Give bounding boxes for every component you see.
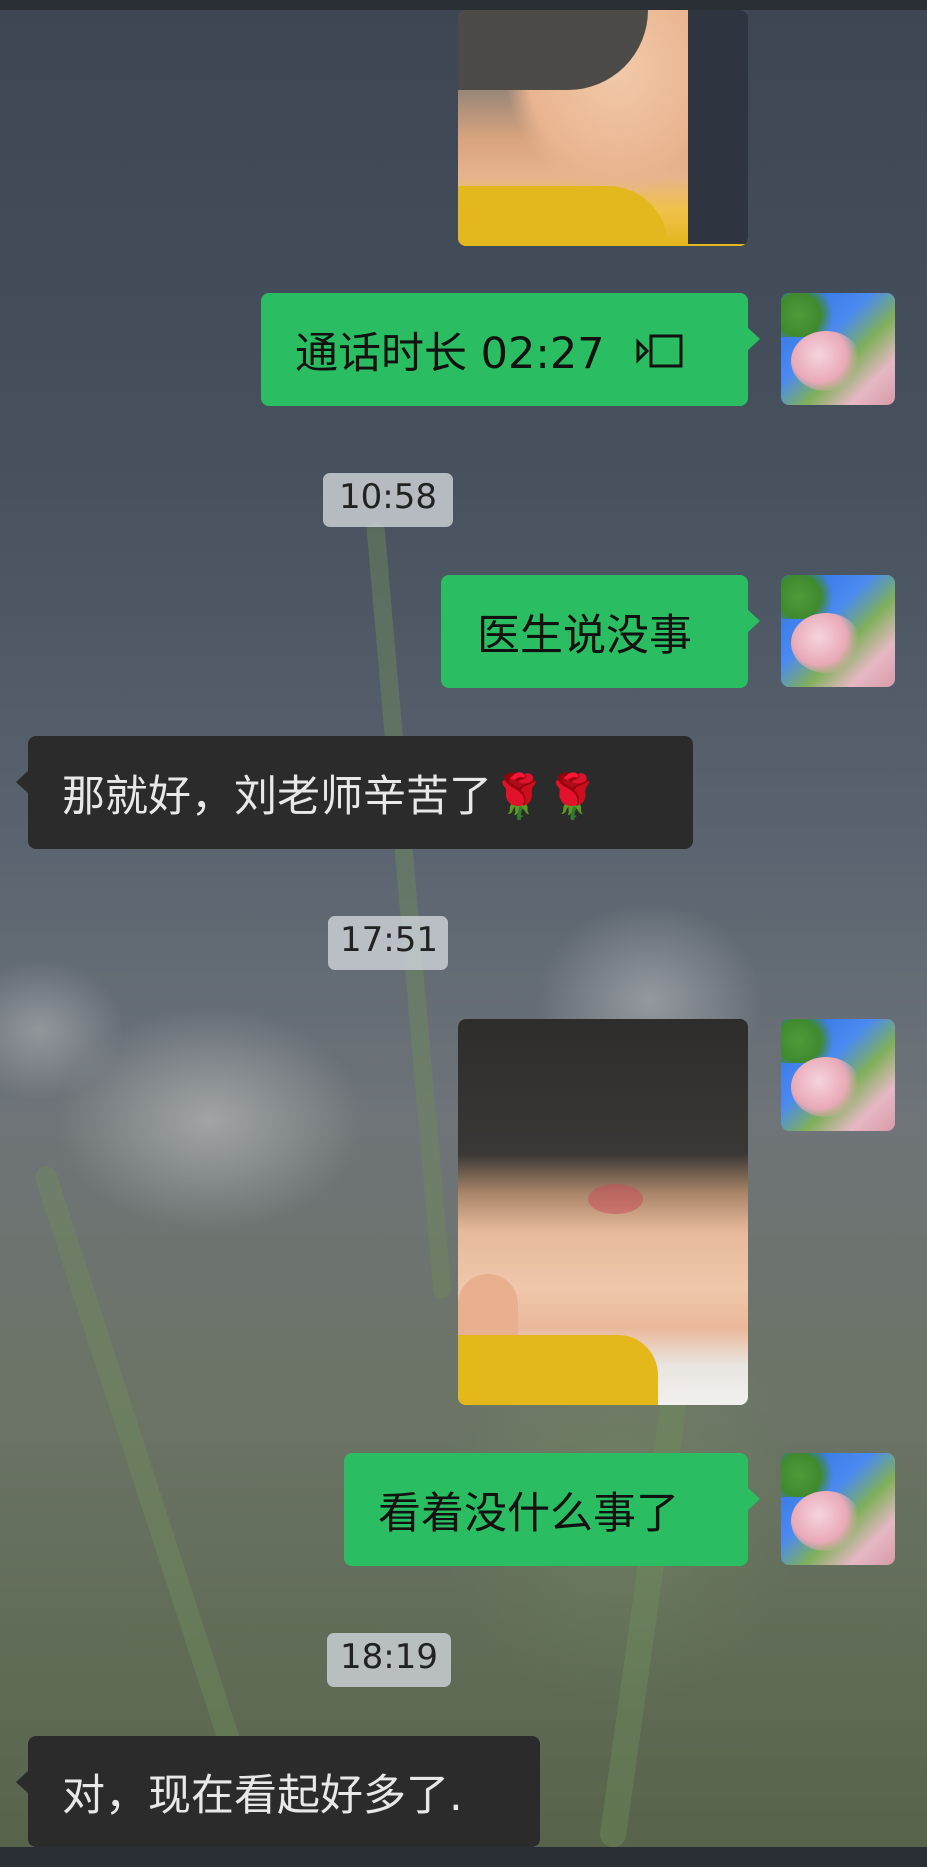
timestamp: 10:58	[323, 473, 453, 527]
avatar-leaf	[781, 1019, 841, 1063]
message-text: 医生说没事	[477, 610, 692, 661]
photo-jacket	[458, 1335, 658, 1405]
avatar-leaf	[781, 1453, 841, 1497]
photo-message[interactable]	[458, 1019, 748, 1405]
photo-hair	[458, 10, 648, 90]
message-text: 对，现在看起好多了.	[62, 1770, 463, 1821]
avatar-leaf	[781, 293, 841, 337]
timestamp: 17:51	[328, 916, 448, 970]
avatar[interactable]	[781, 575, 895, 687]
avatar-flower	[791, 613, 861, 673]
avatar-flower	[791, 331, 861, 391]
message-bubble-incoming[interactable]: 对，现在看起好多了.	[16, 1736, 540, 1847]
avatar[interactable]	[781, 1019, 895, 1131]
call-record-bubble[interactable]: 通话时长 02:27	[261, 293, 760, 406]
avatar[interactable]	[781, 293, 895, 405]
message-bubble-incoming[interactable]: 那就好，刘老师辛苦了🌹🌹	[16, 736, 693, 849]
video-call-icon	[635, 331, 685, 369]
photo-message[interactable]	[458, 10, 748, 246]
call-duration-text: 通话时长 02:27	[295, 328, 605, 379]
avatar-leaf	[781, 575, 841, 619]
bottom-bar	[0, 1847, 927, 1867]
photo-background	[688, 10, 748, 244]
photo-jacket	[458, 186, 668, 246]
avatar[interactable]	[781, 1453, 895, 1565]
avatar-flower	[791, 1057, 861, 1117]
message-bubble-outgoing[interactable]: 医生说没事	[441, 575, 760, 688]
top-bar	[0, 0, 927, 10]
message-bubble-outgoing[interactable]: 看着没什么事了	[344, 1453, 760, 1566]
chat-background	[0, 0, 927, 1867]
photo-bruise	[588, 1184, 643, 1214]
avatar-flower	[791, 1491, 861, 1551]
message-text: 那就好，刘老师辛苦了🌹🌹	[62, 771, 600, 822]
message-text: 看着没什么事了	[378, 1488, 679, 1539]
timestamp: 18:19	[327, 1633, 451, 1687]
